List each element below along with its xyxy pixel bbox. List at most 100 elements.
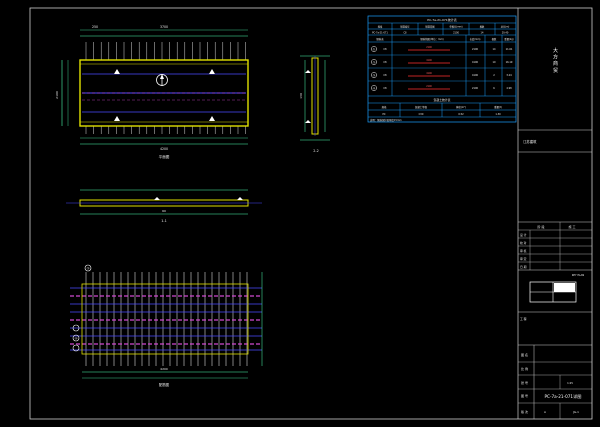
svg-text:14: 14 [492, 48, 496, 51]
stage-label: 阶 段 [538, 224, 545, 229]
plan-caption: 平面图 [159, 154, 170, 159]
company-name: 江苏建筑 [523, 139, 537, 144]
table-top-c6: 29.40 [502, 32, 509, 35]
svg-text:④: ④ [373, 86, 376, 90]
svg-text:10: 10 [492, 61, 496, 64]
rebar-caption: 配筋图 [159, 382, 170, 387]
side-section-caption: 2-2 [313, 149, 319, 153]
svg-text:PC: PC [382, 113, 385, 116]
side-section-dim: 130 [299, 93, 303, 99]
svg-text:2100: 2100 [472, 87, 479, 90]
plan-dim-total: 4200 [160, 147, 168, 151]
table-top-c1: PC-7a-21-071 [372, 32, 388, 35]
table-top-title: PC-7a-21-071统计表 [427, 17, 456, 22]
drawing-name: PC-7a-21-071详图 [545, 393, 582, 400]
svg-text:4.98: 4.98 [506, 87, 512, 90]
table-rebar-label: 钢筋表 [376, 37, 384, 41]
svg-text:③: ③ [373, 73, 376, 77]
table-top-c2: C8 [403, 32, 407, 35]
svg-text:日 期: 日 期 [520, 265, 527, 269]
version-value: A [544, 410, 546, 414]
svg-text:4100: 4100 [426, 59, 432, 62]
plan-dim-width: 2100 [55, 91, 59, 99]
lifting-mark [114, 69, 120, 74]
table-top-h4: 单根长(mm) [449, 25, 462, 29]
key-plan-label: KEY PLAN [572, 273, 585, 277]
table-top-h1: 规格 [378, 25, 383, 29]
svg-text:11.61: 11.61 [506, 48, 513, 51]
project-vertical-text: 大 方 商 贸 [552, 47, 558, 74]
table-top-h3: 钢筋简图 [425, 25, 435, 29]
schedule-tables: PC-7a-21-071统计表 规格 钢筋编号 钢筋简图 单根长(mm) 根数 … [367, 15, 517, 123]
rebar-dim: 4200 [160, 367, 168, 371]
svg-text:6: 6 [493, 87, 495, 90]
svg-text:审 定: 审 定 [520, 257, 527, 261]
svg-text:4100: 4100 [426, 72, 432, 75]
svg-text:C8: C8 [383, 87, 387, 90]
rebar-marker-a-label: ① [86, 267, 89, 271]
rebar-row: ② C8 4100 4100 10 16.19 [368, 59, 516, 69]
table-top-c5: 14 [481, 32, 484, 35]
svg-text:设 计: 设 计 [520, 233, 527, 237]
svg-text:3.24: 3.24 [506, 74, 512, 77]
drawing-frame [29, 7, 593, 420]
svg-text:②: ② [373, 60, 376, 64]
rebar-row: ① C8 2100 2100 14 11.61 [368, 46, 516, 56]
lifting-mark [209, 69, 215, 74]
plan-dim-top: 3700 [160, 25, 168, 29]
stage-value: 施 工 [569, 224, 576, 229]
plan-protruding-bars-bottom [85, 126, 246, 134]
plan-protruding-bars-top [85, 42, 246, 60]
scale-label: 比 例 [521, 366, 528, 371]
rebar-view: ① ② 4200 配筋图 [70, 264, 263, 387]
long-section-caption: 1-1 [161, 219, 167, 223]
plan-view: 3700 250 2100 4200 平面图 [55, 25, 249, 159]
svg-text:混凝土等级: 混凝土等级 [415, 105, 428, 109]
svg-text:2: 2 [493, 74, 495, 77]
cad-drawing: 3700 250 2100 4200 平面图 130 2-2 60 1-1 ① … [29, 7, 593, 420]
table-bottom-title: 混凝土统计表 [434, 98, 451, 102]
svg-text:16.19: 16.19 [506, 61, 513, 64]
svg-text:审 核: 审 核 [520, 249, 527, 253]
lifting-mark [114, 116, 120, 121]
long-section: 60 1-1 [66, 189, 262, 223]
rebar-marker-b-label: ② [74, 337, 77, 341]
table-top-c4: 2100 [453, 32, 459, 35]
rebar-vertical-bars [85, 272, 248, 366]
plan-dim-seg: 250 [92, 25, 98, 29]
project-label: 工 程 [520, 317, 527, 321]
no-label: 图 号 [521, 393, 528, 398]
drawing-no: JG-1 [572, 410, 579, 414]
table-rebar-sketch-header: 钢筋简图(单位：mm) [420, 37, 443, 41]
svg-text:C30: C30 [419, 113, 424, 116]
svg-text:①: ① [373, 47, 376, 51]
title-block: 大 方 商 贸 江苏建筑 阶 段 施 工 设 计 校 对 审 核 审 定 日 期… [517, 8, 592, 419]
table-rebar-h3: 重量(kg) [504, 37, 513, 41]
svg-text:0.52: 0.52 [458, 113, 464, 116]
rebar-row: ④ C8 2100 2100 6 4.98 [368, 85, 516, 97]
svg-text:C8: C8 [383, 48, 387, 51]
rebar-row: ③ C8 4100 4100 2 3.24 [368, 72, 516, 82]
svg-text:4100: 4100 [472, 61, 479, 64]
drawing-name-label: 图 名 [521, 352, 528, 357]
svg-text:规格: 规格 [382, 105, 387, 109]
version-label: 版 次 [521, 409, 528, 414]
svg-text:体积(m³): 体积(m³) [456, 105, 466, 109]
svg-text:C8: C8 [383, 61, 387, 64]
table-rebar-h1: 长度(mm) [470, 37, 481, 41]
table-rebar-h2: 根数 [492, 37, 497, 41]
table-top-h5: 根数 [480, 25, 485, 29]
svg-text:校 对: 校 对 [520, 241, 527, 245]
schedule-note: 说明：钢筋保护层厚度15mm [370, 118, 402, 122]
svg-text:1.30: 1.30 [495, 113, 501, 116]
side-section: 130 2-2 [299, 55, 330, 153]
svg-text:2100: 2100 [426, 46, 432, 49]
svg-text:2100: 2100 [472, 48, 479, 51]
sheet-label: 张 号 [521, 380, 528, 385]
lifting-mark [209, 116, 215, 121]
table-top-h6: 总长(m) [501, 25, 510, 29]
svg-text:C8: C8 [383, 74, 387, 77]
table-top-h2: 钢筋编号 [400, 25, 410, 29]
svg-text:重量(t): 重量(t) [494, 105, 502, 109]
scale-value: 1:25 [567, 381, 573, 385]
